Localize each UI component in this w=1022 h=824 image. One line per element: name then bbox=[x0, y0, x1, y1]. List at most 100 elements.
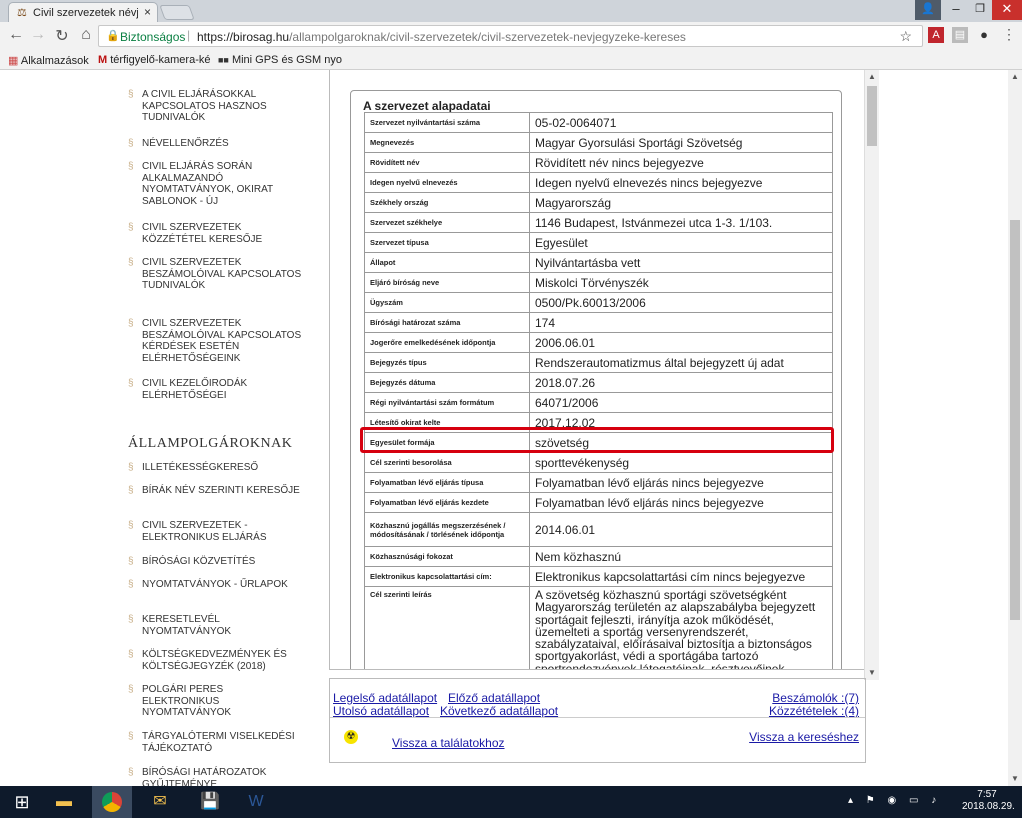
word-document-icon[interactable]: W bbox=[236, 786, 276, 818]
sidebar-item[interactable]: NÉVELLENŐRZÉS bbox=[128, 138, 302, 150]
inner-scrollbar-thumb[interactable] bbox=[867, 86, 877, 146]
scroll-down-icon[interactable]: ▼ bbox=[868, 668, 876, 677]
url-path: /allampolgaroknak/civil-szervezetek/civi… bbox=[289, 30, 686, 44]
table-row: Cél szerinti besorolása sporttevékenység bbox=[364, 452, 833, 473]
table-row: Szervezet típusa Egyesület bbox=[364, 232, 833, 253]
url-separator: | bbox=[187, 28, 191, 42]
field-value: Miskolci Törvényszék bbox=[529, 272, 833, 293]
field-label: Cél szerinti besorolása bbox=[364, 452, 530, 473]
folder-icon[interactable]: ✉ bbox=[140, 786, 180, 818]
sidebar-item[interactable]: CIVIL SZERVEZETEK - ELEKTRONIKUS ELJÁRÁS bbox=[128, 520, 302, 543]
sidebar-item[interactable]: KERESETLEVÉL NYOMTATVÁNYOK bbox=[128, 614, 302, 637]
table-row: Közhasznúsági fokozat Nem közhasznú bbox=[364, 546, 833, 567]
clock-time: 7:57 bbox=[977, 789, 997, 800]
url-domain: https://birosag.hu bbox=[197, 30, 290, 44]
restore-button[interactable]: ❐ bbox=[968, 0, 992, 20]
back-to-search-link[interactable]: Vissza a kereséshez bbox=[749, 730, 859, 744]
system-clock[interactable]: 7:57 2018.08.29. bbox=[962, 789, 1015, 813]
back-to-results-link[interactable]: Vissza a találatokhoz bbox=[392, 736, 505, 750]
minimize-button[interactable]: – bbox=[944, 0, 968, 20]
sidebar-item-cut[interactable]: . bbox=[142, 70, 302, 73]
apps-grid-icon: ▦ bbox=[8, 55, 19, 67]
sidebar-item[interactable]: CIVIL SZERVEZETEK BESZÁMOLÓIVAL KAPCSOLA… bbox=[128, 318, 302, 364]
home-icon[interactable]: ⌂ bbox=[76, 26, 96, 44]
scroll-down-icon[interactable]: ▼ bbox=[1011, 774, 1019, 783]
menu-kebab-icon[interactable]: ⋮ bbox=[1002, 26, 1016, 43]
browser-toolbar: ← → ↻ ⌂ 🔒 Biztonságos | https://birosag.… bbox=[0, 22, 1022, 50]
field-value: Nem közhasznú bbox=[529, 546, 833, 567]
table-row: Folyamatban lévő eljárás típusa Folyamatb… bbox=[364, 472, 833, 493]
tab-close-icon[interactable]: × bbox=[144, 5, 151, 19]
extension-icon[interactable]: ▤ bbox=[952, 27, 968, 43]
sidebar-item[interactable]: KÖLTSÉGKEDVEZMÉNYEK ÉS KÖLTSÉGJEGYZÉK (2… bbox=[128, 649, 302, 672]
sidebar-item[interactable]: BÍRÓSÁGI HATÁROZATOK GYŰJTEMÉNYE bbox=[128, 767, 302, 786]
extension-icon[interactable]: ● bbox=[976, 27, 992, 43]
system-tray-icons[interactable]: ▴ ⚑ ◉ ▭ ♪ bbox=[848, 795, 941, 806]
table-row: Régi nyilvántartási szám formátum 64071/2… bbox=[364, 392, 833, 413]
field-value: Magyarország bbox=[529, 192, 833, 213]
scroll-up-icon[interactable]: ▲ bbox=[1011, 72, 1019, 81]
sidebar: . A CIVIL ELJÁRÁSOKKAL KAPCSOLATOS HASZN… bbox=[0, 70, 320, 786]
sidebar-item[interactable]: BÍRÁK NÉV SZERINTI KERESŐJE bbox=[128, 485, 302, 497]
last-state-link[interactable]: Utolsó adatállapot bbox=[333, 704, 429, 718]
floppy-disk-icon[interactable]: 💾 bbox=[190, 786, 230, 818]
field-value: 174 bbox=[529, 312, 833, 333]
publications-link[interactable]: Közzétételek :(4) bbox=[769, 704, 859, 718]
field-label: Ügyszám bbox=[364, 292, 530, 313]
back-arrow-icon[interactable]: ← bbox=[6, 26, 26, 44]
table-row: Folyamatban lévő eljárás kezdete Folyamat… bbox=[364, 492, 833, 513]
table-row: Közhasznú jogállás megszerzésének / módo… bbox=[364, 512, 833, 547]
reports-link[interactable]: Beszámolók :(7) bbox=[772, 691, 859, 705]
scroll-up-icon[interactable]: ▲ bbox=[868, 72, 876, 81]
sidebar-item[interactable]: TÁRGYALÓTERMI VISELKEDÉSI TÁJÉKOZTATÓ bbox=[128, 731, 302, 754]
field-label: Rövidített név bbox=[364, 152, 530, 173]
reload-icon[interactable]: ↻ bbox=[52, 26, 72, 46]
next-state-link[interactable]: Következő adatállapot bbox=[440, 704, 558, 718]
new-tab-button[interactable] bbox=[159, 5, 195, 20]
field-value: Magyar Gyorsulási Sportági Szövetség bbox=[529, 132, 833, 153]
windows-start-icon[interactable]: ⊞ bbox=[0, 786, 44, 818]
field-value: 2006.06.01 bbox=[529, 332, 833, 353]
address-bar[interactable]: 🔒 Biztonságos | https://birosag.hu/allam… bbox=[98, 25, 923, 47]
field-label: Eljáró bíróság neve bbox=[364, 272, 530, 293]
sidebar-item[interactable]: CIVIL ELJÁRÁS SORÁN ALKALMAZANDÓ NYOMTAT… bbox=[128, 161, 302, 207]
bookmark-item[interactable]: ■■ Mini GPS és GSM nyo bbox=[218, 54, 342, 66]
sidebar-item[interactable]: NYOMTATVÁNYOK - ŰRLAPOK bbox=[128, 579, 302, 591]
basic-data-panel: A szervezet alapadatai Szervezet nyilván… bbox=[350, 90, 842, 669]
url-text[interactable]: https://birosag.hu/allampolgaroknak/civi… bbox=[197, 30, 686, 44]
sidebar-item[interactable]: A CIVIL ELJÁRÁSOKKAL KAPCSOLATOS HASZNOS… bbox=[128, 89, 302, 124]
table-row: Bejegyzés dátuma 2018.07.26 bbox=[364, 372, 833, 393]
page-scrollbar-thumb[interactable] bbox=[1010, 220, 1020, 620]
field-label: Bírósági határozat száma bbox=[364, 312, 530, 333]
table-row: Bejegyzés típus Rendszerautomatizmus álta… bbox=[364, 352, 833, 373]
bookmark-apps[interactable]: ▦ Alkalmazások bbox=[8, 54, 89, 67]
bookmark-star-icon[interactable]: ☆ bbox=[899, 28, 912, 45]
bookmark-item[interactable]: M térfigyelő-kamera-ké bbox=[98, 54, 211, 66]
sidebar-item[interactable]: ILLETÉKESSÉGKERESŐ bbox=[128, 462, 302, 474]
sidebar-item[interactable]: POLGÁRI PERES ELEKTRONIKUS NYOMTATVÁNYOK bbox=[128, 684, 302, 719]
sidebar-item[interactable]: CIVIL SZERVEZETEK KÖZZÉTÉTEL KERESŐJE bbox=[128, 222, 302, 245]
previous-state-link[interactable]: Előző adatállapot bbox=[448, 691, 540, 705]
browser-tab[interactable]: ⚖ Civil szervezetek névjegy × bbox=[8, 2, 158, 22]
field-value: Folyamatban lévő eljárás nincs bejegyezv… bbox=[529, 472, 833, 493]
first-state-link[interactable]: Legelső adatállapot bbox=[333, 691, 437, 705]
content-frame: A szervezet alapadatai Szervezet nyilván… bbox=[329, 70, 866, 670]
file-explorer-icon[interactable]: ▬ bbox=[44, 786, 84, 818]
close-window-button[interactable]: ✕ bbox=[992, 0, 1022, 20]
field-value: 64071/2006 bbox=[529, 392, 833, 413]
extension-icon[interactable]: A bbox=[928, 27, 944, 43]
field-value: 2018.07.26 bbox=[529, 372, 833, 393]
table-row: Idegen nyelvű elnevezés Idegen nyelvű eln… bbox=[364, 172, 833, 193]
page-scrollbar[interactable]: ▲ ▼ bbox=[1008, 70, 1022, 786]
chrome-icon[interactable] bbox=[92, 786, 132, 818]
sidebar-item[interactable]: CIVIL KEZELŐIRODÁK ELÉRHETŐSÉGEI bbox=[128, 378, 302, 401]
person-icon[interactable]: 👤 bbox=[915, 0, 941, 20]
forward-arrow-icon[interactable]: → bbox=[28, 26, 48, 44]
field-label: Állapot bbox=[364, 252, 530, 273]
sidebar-item[interactable]: CIVIL SZERVEZETEK BESZÁMOLÓIVAL KAPCSOLA… bbox=[128, 257, 302, 292]
lock-icon: 🔒 bbox=[106, 30, 120, 42]
table-row: Jogerőre emelkedésének időpontja 2006.06.… bbox=[364, 332, 833, 353]
sidebar-item[interactable]: BÍRÓSÁGI KÖZVETÍTÉS bbox=[128, 556, 302, 568]
inner-scrollbar[interactable]: ▲ ▼ bbox=[864, 70, 879, 680]
field-label: Közhasznúsági fokozat bbox=[364, 546, 530, 567]
